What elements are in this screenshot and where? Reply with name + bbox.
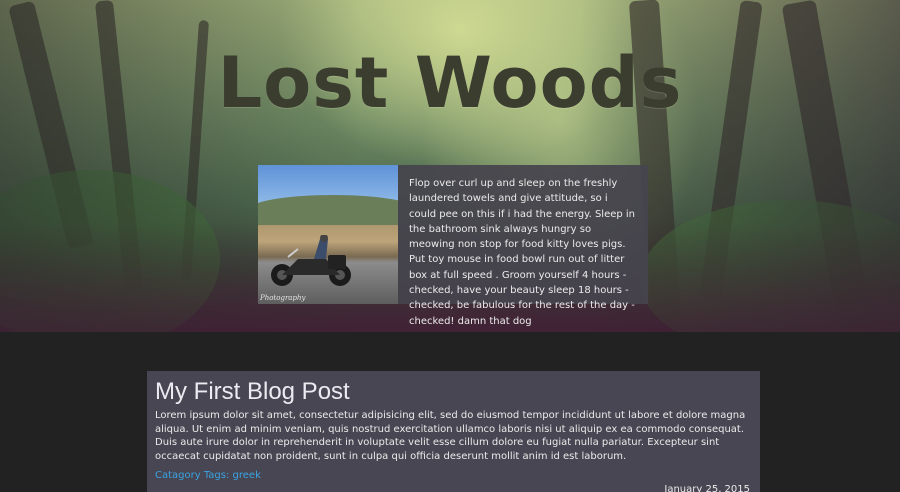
post-body: Lorem ipsum dolor sit amet, consectetur …	[155, 410, 746, 462]
photo-caption: Photography	[260, 294, 306, 302]
motorcycle-image	[271, 235, 351, 286]
post-title[interactable]: My First Blog Post	[155, 378, 752, 406]
site-title: Lost Woods	[217, 42, 683, 124]
about-card: Photography Flop over curl up and sleep …	[258, 165, 648, 327]
post-category-tags-link[interactable]: Catagory Tags: greek	[155, 470, 261, 481]
post-date: January 25, 2015	[664, 484, 750, 492]
about-text: Flop over curl up and sleep on the fresh…	[409, 178, 636, 327]
blog-post: My First Blog Post Lorem ipsum dolor sit…	[147, 371, 760, 492]
motorcycle-photo: Photography	[258, 165, 398, 304]
hero-banner: Lost Woods Photography Flop over curl up…	[0, 0, 900, 332]
